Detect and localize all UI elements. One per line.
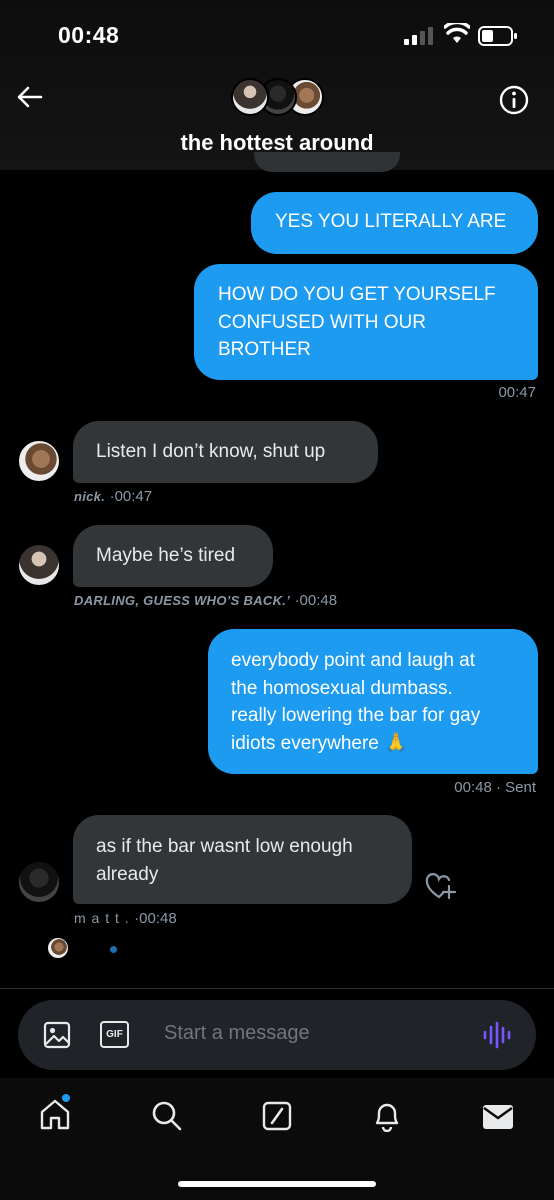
message-bubble-outgoing[interactable]: everybody point and laugh at the homosex… (208, 629, 538, 774)
message-text: YES YOU LITERALLY ARE (275, 211, 507, 232)
home-indicator[interactable] (178, 1181, 376, 1187)
message-text: Maybe he’s tired (96, 545, 236, 566)
sender-avatar-nick[interactable] (17, 439, 61, 483)
message-bubble-outgoing[interactable]: YES YOU LITERALLY ARE (251, 192, 538, 254)
message-timestamp: ·00:48 (294, 592, 338, 609)
sender-avatar-matt[interactable] (17, 860, 61, 904)
message-status: 00:48 · Sent (454, 779, 536, 796)
status-time: 00:48 (58, 22, 120, 48)
message-text-line: as if the bar wasnt low enough (96, 836, 353, 857)
voice-icon[interactable] (482, 1021, 512, 1049)
seen-avatar (47, 937, 69, 959)
group-avatar-1[interactable] (231, 78, 269, 116)
composer-divider (0, 988, 554, 989)
add-reaction-icon[interactable] (425, 872, 457, 902)
message-meta: m a t t . ·00:48 (74, 910, 177, 928)
sender-avatar-darling[interactable] (17, 543, 61, 587)
home-notification-dot (62, 1094, 70, 1102)
gif-button[interactable]: GIF (100, 1021, 129, 1048)
message-timestamp: ·00:47 (109, 488, 153, 505)
info-icon[interactable] (498, 84, 530, 116)
wifi-icon (444, 23, 470, 43)
sender-name: nick. (74, 489, 106, 504)
search-icon[interactable] (150, 1099, 184, 1133)
home-icon[interactable] (38, 1097, 72, 1131)
message-text-line: everybody point and laugh at (231, 650, 476, 671)
message-text-line: the homosexual dumbass. (231, 677, 453, 699)
bell-icon[interactable] (371, 1100, 403, 1132)
grok-icon[interactable] (261, 1100, 293, 1132)
message-bubble-incoming[interactable]: as if the bar wasnt low enough already (73, 815, 412, 904)
message-text-line: BROTHER (218, 339, 311, 360)
mail-icon[interactable] (481, 1102, 515, 1132)
message-bubble-cut (254, 152, 400, 172)
typing-indicator-dot (110, 946, 117, 953)
message-bubble-outgoing[interactable]: HOW DO YOU GET YOURSELF CONFUSED WITH OU… (194, 264, 538, 380)
sender-name: DARLING, GUESS WHO’S BACK.’ (74, 593, 291, 608)
message-text-line: really lowering the bar for gay (231, 705, 481, 726)
message-meta: DARLING, GUESS WHO’S BACK.’ ·00:48 (74, 592, 337, 610)
message-text: Listen I don’t know, shut up (96, 441, 326, 462)
gif-icon: GIF (106, 1029, 123, 1040)
message-input[interactable]: Start a message (164, 1022, 310, 1045)
message-bubble-incoming[interactable]: Maybe he’s tired (73, 525, 273, 587)
battery-icon (478, 26, 517, 46)
message-meta: nick. ·00:47 (74, 488, 152, 506)
sender-name: m a t t . (74, 910, 130, 926)
message-text-line: idiots everywhere 🙏 (231, 732, 408, 754)
message-timestamp: ·00:48 (134, 910, 177, 927)
message-text-line: already (96, 863, 159, 885)
message-bubble-incoming[interactable]: Listen I don’t know, shut up (73, 421, 378, 483)
message-text-line: HOW DO YOU GET YOURSELF (218, 284, 496, 305)
image-icon[interactable] (43, 1021, 71, 1049)
back-arrow-icon[interactable] (14, 82, 44, 112)
message-timestamp: 00:47 (498, 384, 536, 401)
message-text-line: CONFUSED WITH OUR (218, 311, 426, 333)
signal-icon (404, 27, 433, 45)
